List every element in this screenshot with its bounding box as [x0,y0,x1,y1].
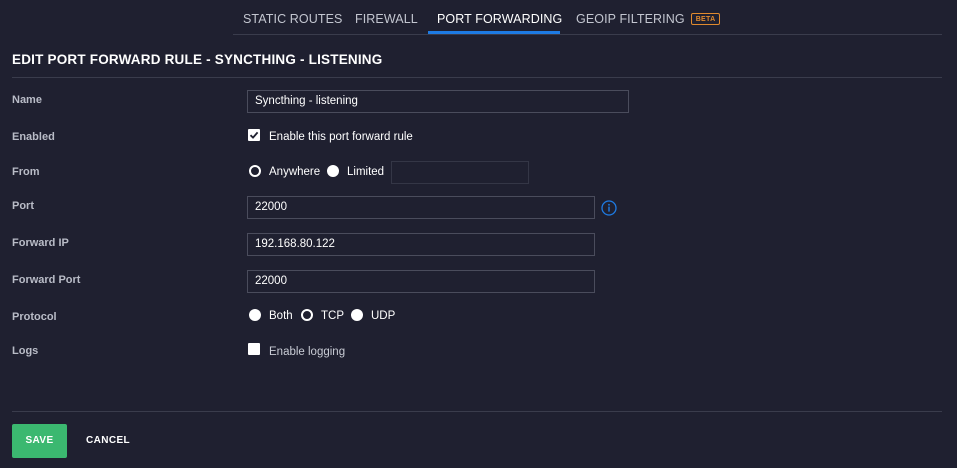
from-limited-label: Limited [347,166,385,178]
tab-firewall[interactable]: FIREWALL [355,0,418,35]
name-label: Name [12,94,42,106]
tab-bar: STATIC ROUTES FIREWALL PORT FORWARDING G… [0,0,957,35]
protocol-both-label: Both [269,310,293,322]
enabled-checkbox[interactable] [248,129,260,141]
port-input[interactable]: 22000 [247,196,595,219]
forward-port-input[interactable]: 22000 [247,270,595,293]
save-button[interactable]: SAVE [12,424,67,458]
enabled-label: Enabled [12,131,55,143]
protocol-udp-label: UDP [371,310,396,322]
forward-ip-label: Forward IP [12,237,69,249]
protocol-label: Protocol [12,311,57,323]
beta-badge: BETA [690,13,721,25]
page-title: EDIT PORT FORWARD RULE - SYNCTHING - LIS… [12,52,383,67]
protocol-both-radio[interactable] [249,309,261,321]
footer-divider [12,411,942,412]
tab-divider [233,34,942,35]
cancel-button[interactable]: CANCEL [86,424,130,458]
from-anywhere-radio[interactable] [249,165,261,177]
tab-port-forwarding[interactable]: PORT FORWARDING [437,0,562,35]
from-limited-input[interactable] [391,161,529,184]
from-limited-radio[interactable] [327,165,339,177]
name-input[interactable]: Syncthing - listening [247,90,629,113]
from-label: From [12,166,40,178]
check-icon [249,131,259,139]
title-divider [12,77,942,78]
enabled-checkbox-label: Enable this port forward rule [269,131,413,143]
tab-geoip-label: GEOIP FILTERING [576,12,685,26]
logs-checkbox-label: Enable logging [269,346,346,358]
port-label: Port [12,200,34,212]
tab-static-routes[interactable]: STATIC ROUTES [243,0,342,35]
logs-label: Logs [12,345,39,357]
protocol-tcp-radio[interactable] [301,309,313,321]
tab-geoip-filtering[interactable]: GEOIP FILTERING BETA [576,0,721,35]
protocol-tcp-label: TCP [321,310,344,322]
from-anywhere-label: Anywhere [269,166,321,178]
info-icon[interactable] [601,200,617,216]
logs-checkbox[interactable] [248,343,260,355]
forward-ip-input[interactable]: 192.168.80.122 [247,233,595,256]
protocol-udp-radio[interactable] [351,309,363,321]
forward-port-label: Forward Port [12,274,81,286]
